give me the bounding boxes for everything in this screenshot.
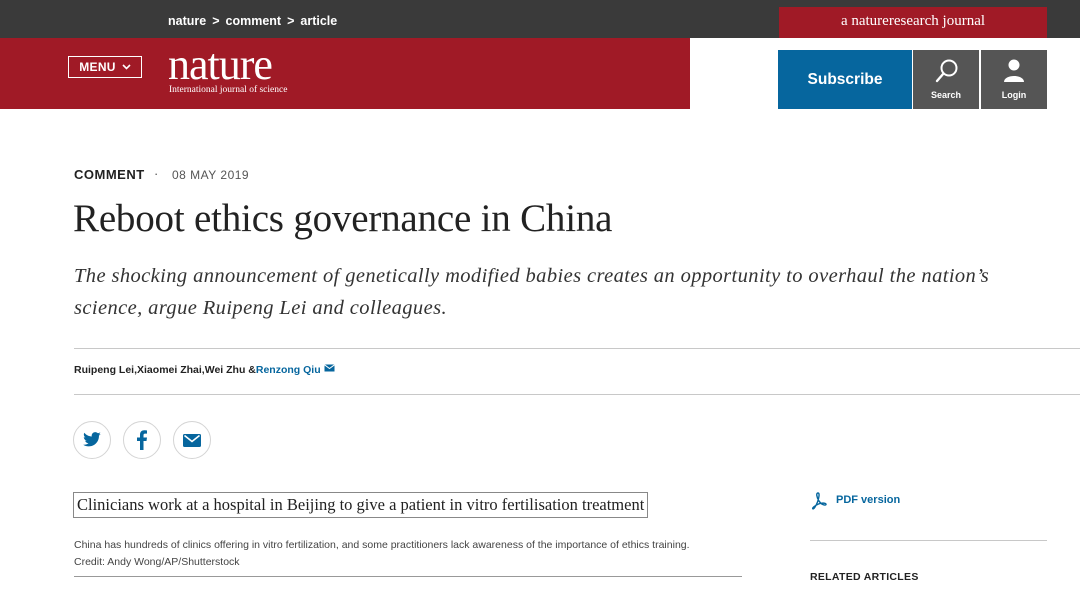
login-button[interactable]: Login [981,50,1047,109]
share-twitter-button[interactable] [73,421,111,459]
breadcrumb-item-nature[interactable]: nature [168,14,206,28]
mail-icon[interactable] [323,364,335,372]
twitter-icon [83,432,101,447]
author-name[interactable]: Xiaomei Zhai [137,364,202,376]
search-button[interactable]: Search [913,50,979,109]
author-name[interactable]: Wei Zhu [205,364,246,376]
article-type[interactable]: COMMENT [74,167,145,182]
pdf-version-label: PDF version [836,494,901,506]
divider [810,540,1047,541]
search-icon [935,59,958,83]
natureresearch-journal-link[interactable]: a natureresearch journal [779,7,1047,38]
figure-caption: China has hundreds of clinics offering i… [74,539,690,568]
divider [74,348,1080,349]
facebook-icon [137,430,147,450]
subscribe-button[interactable]: Subscribe [778,50,912,109]
chevron-down-icon [122,64,131,70]
logo-subtitle: International journal of science [169,85,288,95]
email-icon [183,433,201,447]
pdf-version-link[interactable]: PDF version [810,492,900,510]
breadcrumb-separator: > [287,14,295,28]
masthead: MENU nature International journal of sci… [0,38,690,109]
breadcrumb: nature > comment > article [168,14,337,28]
related-articles-heading: RELATED ARTICLES [810,571,919,583]
publication-date: 08 MAY 2019 [172,168,250,182]
divider [74,576,742,577]
article-standfirst: The shocking announcement of genetically… [74,265,990,319]
pdf-icon [811,492,827,510]
divider [74,394,1080,395]
share-facebook-button[interactable] [123,421,161,459]
user-icon [1004,59,1024,82]
menu-label: MENU [79,60,116,74]
breadcrumb-item-article[interactable]: article [300,14,337,28]
menu-button[interactable]: MENU [68,56,142,78]
search-label: Search [930,90,962,100]
login-label: Login [1001,90,1027,100]
breadcrumb-item-comment[interactable]: comment [226,14,282,28]
author-list: Ruipeng Lei,Xiaomei Zhai,Wei Zhu &Renzon… [74,364,335,376]
share-email-button[interactable] [173,421,211,459]
meta-separator: · [154,166,159,181]
author-name[interactable]: Ruipeng Lei [74,364,134,376]
article-title: Reboot ethics governance in China [73,197,613,240]
author-separator: & [245,364,256,376]
corresponding-author[interactable]: Renzong Qiu [256,364,321,376]
figure-title: Clinicians work at a hospital in Beijing… [73,492,649,518]
nature-logo[interactable]: nature [168,40,273,90]
breadcrumb-separator: > [212,14,220,28]
